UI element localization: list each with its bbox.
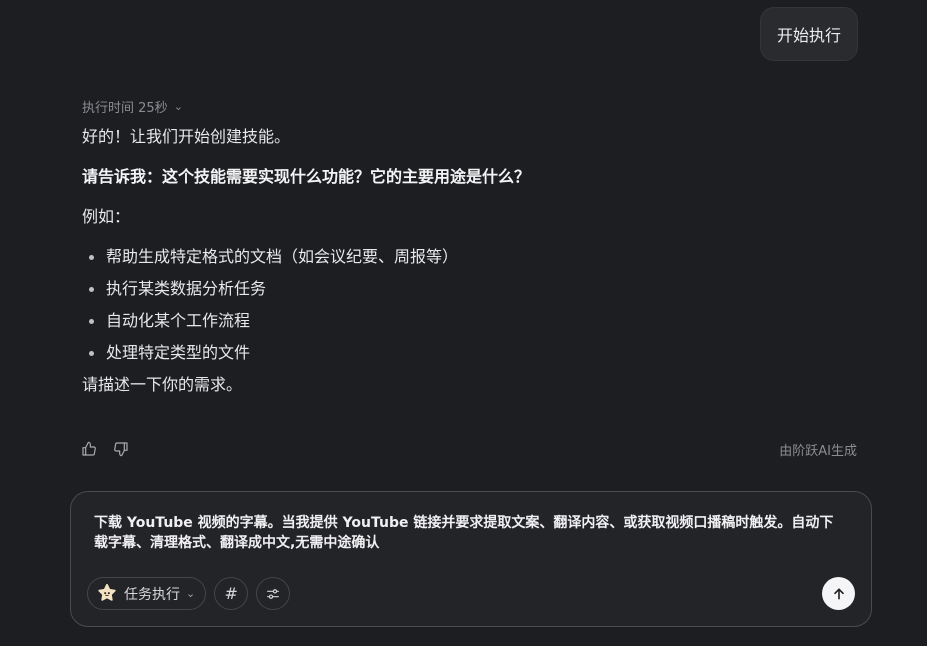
thumb-down-icon <box>114 442 128 457</box>
hashtag-button[interactable]: # <box>214 577 249 610</box>
thumb-up-button[interactable] <box>80 440 98 458</box>
mode-label: 任务执行 <box>124 586 180 603</box>
assistant-paragraph: 好的！让我们开始创建技能。 <box>82 127 291 146</box>
user-message-bubble: 开始执行 <box>760 7 858 61</box>
arrow-up-icon <box>833 588 844 599</box>
execution-time-label: 执行时间 25秒 <box>82 101 168 116</box>
thumb-down-button[interactable] <box>112 440 130 458</box>
list-item: 处理特定类型的文件 <box>82 342 458 374</box>
hash-icon: # <box>224 584 238 603</box>
feedback-row <box>80 440 130 458</box>
chat-page: 开始执行 执行时间 25秒 ⌄ 好的！让我们开始创建技能。 请告诉我：这个技能需… <box>0 0 927 646</box>
chevron-down-icon: ⌄ <box>186 587 196 600</box>
settings-button[interactable] <box>256 577 291 610</box>
list-item: 执行某类数据分析任务 <box>82 278 458 310</box>
list-item: 自动化某个工作流程 <box>82 310 458 342</box>
list-item: 帮助生成特定格式的文档（如会议纪要、周报等） <box>82 246 458 278</box>
user-message-text: 开始执行 <box>776 26 841 45</box>
message-composer: 下载 YouTube 视频的字幕。当我提供 YouTube 链接并要求提取文案、… <box>70 491 872 627</box>
composer-toolbar: 任务执行 ⌄ # <box>87 577 291 610</box>
ai-generated-note: 由阶跃AI生成 <box>779 444 857 459</box>
mode-selector[interactable]: 任务执行 ⌄ <box>87 577 207 610</box>
assistant-paragraph: 请描述一下你的需求。 <box>82 375 243 394</box>
example-list: 帮助生成特定格式的文档（如会议纪要、周报等） 执行某类数据分析任务 自动化某个工… <box>82 246 458 374</box>
sliders-icon <box>267 588 280 599</box>
assistant-paragraph: 例如： <box>82 207 131 226</box>
send-button[interactable] <box>822 577 855 610</box>
execution-time-toggle[interactable]: 执行时间 25秒 ⌄ <box>82 97 183 116</box>
thumb-up-icon <box>82 441 96 456</box>
mascot-icon <box>98 583 116 601</box>
message-input[interactable]: 下载 YouTube 视频的字幕。当我提供 YouTube 链接并要求提取文案、… <box>94 513 844 553</box>
assistant-question: 请告诉我：这个技能需要实现什么功能？它的主要用途是什么？ <box>82 167 531 186</box>
chevron-down-icon: ⌄ <box>173 100 183 113</box>
